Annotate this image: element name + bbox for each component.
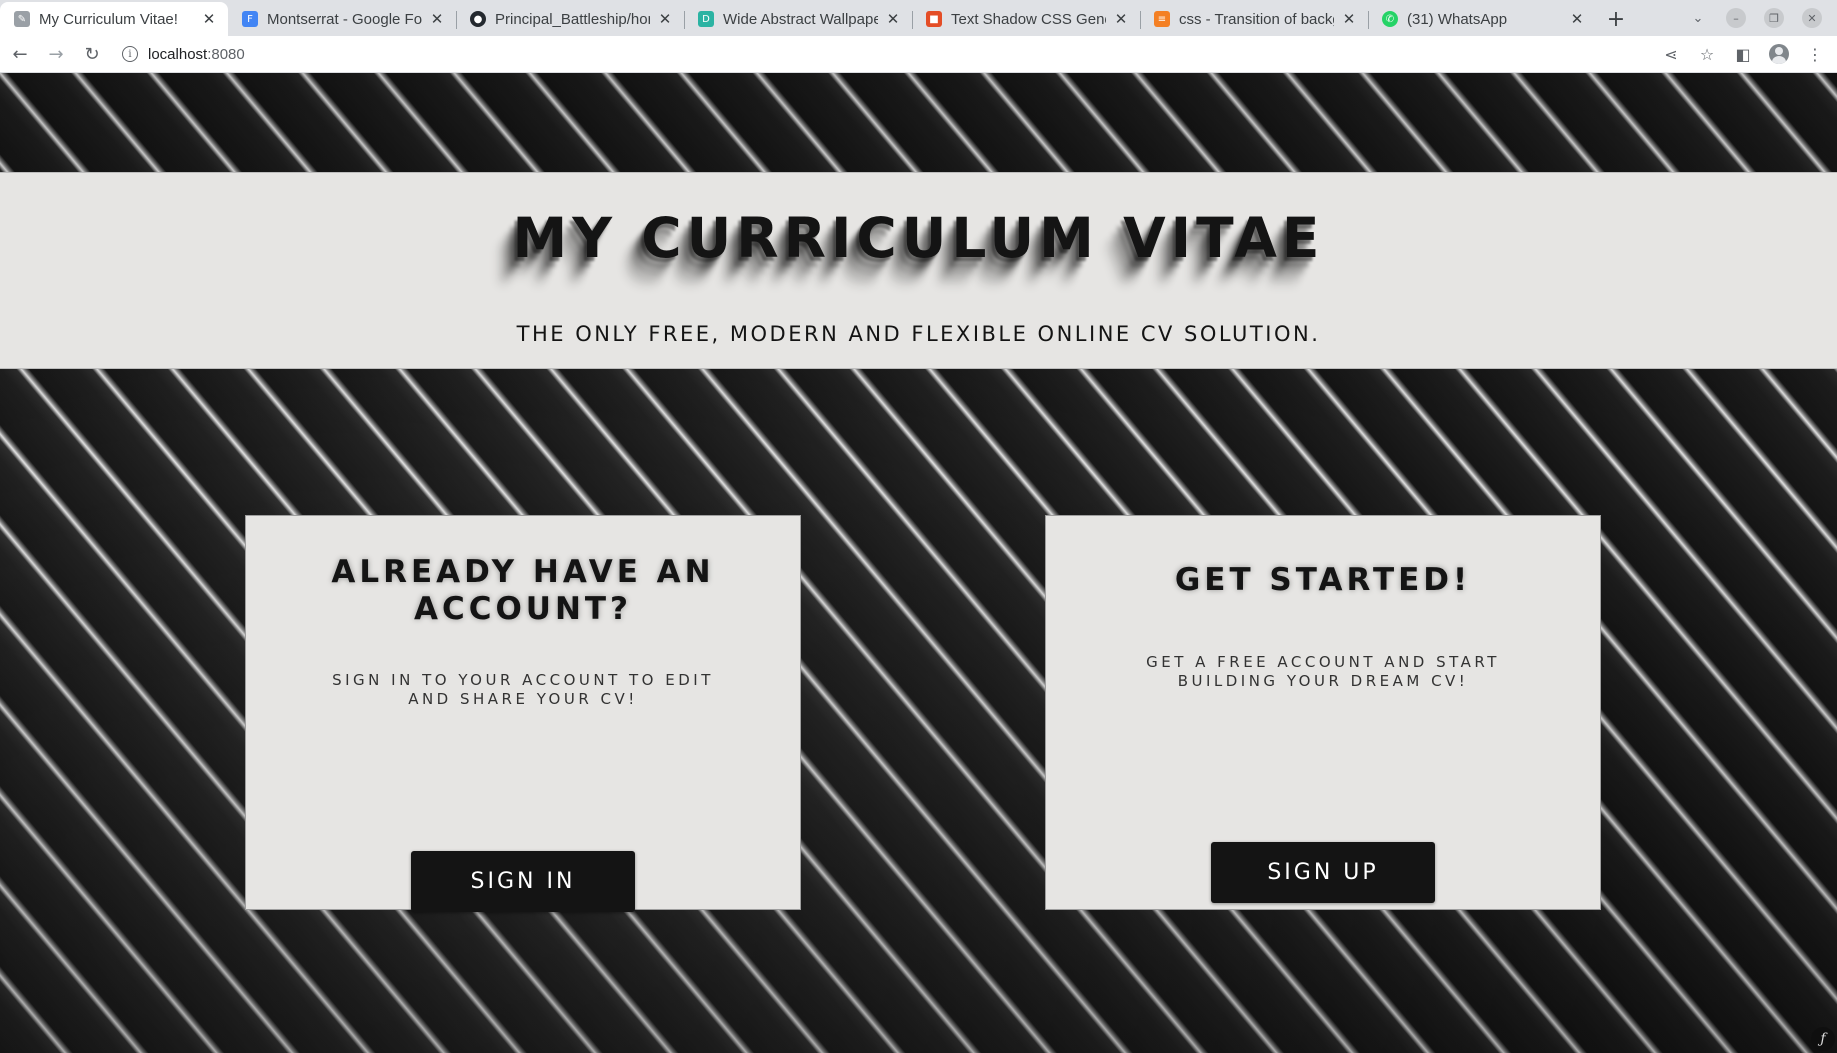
avatar bbox=[1769, 44, 1789, 64]
page-viewport: MY CURRICULUM VITAE THE ONLY FREE, MODER… bbox=[0, 73, 1837, 1053]
close-icon[interactable]: ✕ bbox=[1340, 10, 1358, 28]
tab-whatsapp[interactable]: ✆ (31) WhatsApp ✕ bbox=[1368, 2, 1596, 36]
side-panel-icon[interactable]: ◧ bbox=[1729, 40, 1757, 68]
hero-banner: MY CURRICULUM VITAE THE ONLY FREE, MODER… bbox=[0, 172, 1837, 369]
reload-icon[interactable]: ↻ bbox=[76, 38, 108, 70]
forward-arrow-icon[interactable]: → bbox=[40, 38, 72, 70]
signin-card-title: ALREADY HAVE AN ACCOUNT? bbox=[331, 554, 715, 627]
back-arrow-icon[interactable]: ← bbox=[4, 38, 36, 70]
tab-search-chevron-icon[interactable]: ⌄ bbox=[1681, 5, 1715, 31]
google-fonts-icon: F bbox=[242, 11, 258, 27]
profile-button[interactable] bbox=[1765, 40, 1793, 68]
browser-tab-strip: ✎ My Curriculum Vitae! ✕ F Montserrat - … bbox=[0, 0, 1837, 36]
whatsapp-icon: ✆ bbox=[1382, 11, 1398, 27]
close-icon[interactable]: ✕ bbox=[200, 10, 218, 28]
tab-text-shadow-css-generator[interactable]: ■ Text Shadow CSS Generator ✕ bbox=[912, 2, 1140, 36]
toolbar-actions: ⋖ ☆ ◧ ⋮ bbox=[1657, 40, 1837, 68]
tab-title: css - Transition of background bbox=[1179, 10, 1334, 28]
stackoverflow-icon: ≡ bbox=[1154, 11, 1170, 27]
page-subtitle: THE ONLY FREE, MODERN AND FLEXIBLE ONLIN… bbox=[516, 322, 1321, 346]
restore-button[interactable]: ❐ bbox=[1757, 5, 1791, 31]
bookmark-star-icon[interactable]: ☆ bbox=[1693, 40, 1721, 68]
browser-toolbar: ← → ↻ i localhost:8080 ⋖ ☆ ◧ ⋮ bbox=[0, 36, 1837, 73]
tab-title: Wide Abstract Wallpapers bbox=[723, 10, 878, 28]
sign-up-button[interactable]: SIGN UP bbox=[1211, 842, 1435, 903]
sign-in-button[interactable]: SIGN IN bbox=[411, 851, 635, 912]
signup-card: GET STARTED! GET A FREE ACCOUNT AND STAR… bbox=[1045, 515, 1601, 910]
close-icon[interactable]: ✕ bbox=[1112, 10, 1130, 28]
tab-principal-battleship[interactable]: ● Principal_Battleship/home ✕ bbox=[456, 2, 684, 36]
close-icon[interactable]: ✕ bbox=[884, 10, 902, 28]
close-window-button[interactable]: ✕ bbox=[1795, 5, 1829, 31]
tab-title: Principal_Battleship/home bbox=[495, 10, 650, 28]
minimize-icon: – bbox=[1726, 8, 1746, 28]
url-port: :8080 bbox=[207, 45, 245, 63]
url-host: localhost bbox=[148, 45, 208, 63]
tab-montserrat-google-fonts[interactable]: F Montserrat - Google Fonts ✕ bbox=[228, 2, 456, 36]
close-icon[interactable]: ✕ bbox=[656, 10, 674, 28]
wallpaper-site-icon: D bbox=[698, 11, 714, 27]
signup-card-title: GET STARTED! bbox=[1174, 562, 1472, 598]
tab-my-curriculum-vitae[interactable]: ✎ My Curriculum Vitae! ✕ bbox=[0, 2, 228, 36]
signin-card-text: SIGN IN TO YOUR ACCOUNT TO EDIT AND SHAR… bbox=[332, 671, 714, 708]
window-controls: ⌄ – ❐ ✕ bbox=[1681, 0, 1837, 36]
signup-card-text: GET A FREE ACCOUNT AND START BUILDING YO… bbox=[1146, 653, 1500, 690]
signin-card: ALREADY HAVE AN ACCOUNT? SIGN IN TO YOUR… bbox=[245, 515, 801, 912]
tab-title: My Curriculum Vitae! bbox=[39, 10, 178, 28]
restore-icon: ❐ bbox=[1764, 8, 1784, 28]
github-icon: ● bbox=[470, 11, 486, 27]
tab-css-transition-background[interactable]: ≡ css - Transition of background ✕ bbox=[1140, 2, 1368, 36]
address-bar[interactable]: i localhost:8080 bbox=[122, 39, 1657, 69]
share-icon[interactable]: ⋖ bbox=[1657, 40, 1685, 68]
css-generator-icon: ■ bbox=[926, 11, 942, 27]
page-title: MY CURRICULUM VITAE bbox=[512, 206, 1325, 270]
new-tab-button[interactable]: + bbox=[1596, 2, 1636, 36]
address-url[interactable]: localhost:8080 bbox=[148, 46, 245, 63]
symfony-toolbar-icon[interactable]: ƒ bbox=[1811, 1027, 1835, 1051]
close-window-icon: ✕ bbox=[1802, 8, 1822, 28]
close-icon[interactable]: ✕ bbox=[1568, 10, 1586, 28]
tab-title: Text Shadow CSS Generator bbox=[951, 10, 1106, 28]
close-icon[interactable]: ✕ bbox=[428, 10, 446, 28]
tab-title: (31) WhatsApp bbox=[1407, 10, 1508, 28]
minimize-button[interactable]: – bbox=[1719, 5, 1753, 31]
page-icon: ✎ bbox=[14, 11, 30, 27]
tab-title: Montserrat - Google Fonts bbox=[267, 10, 422, 28]
site-info-icon[interactable]: i bbox=[122, 46, 138, 62]
tab-wide-abstract-wallpapers[interactable]: D Wide Abstract Wallpapers ✕ bbox=[684, 2, 912, 36]
more-menu-icon[interactable]: ⋮ bbox=[1801, 40, 1829, 68]
